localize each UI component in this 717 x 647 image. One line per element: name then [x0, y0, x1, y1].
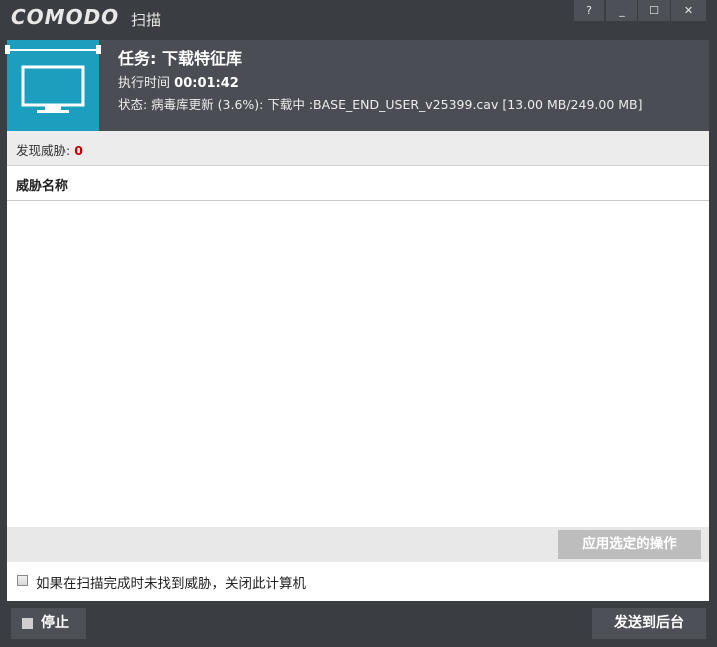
stop-button[interactable]: 停止 [11, 608, 86, 639]
app-logo: COMODO [11, 5, 120, 29]
shutdown-checkbox[interactable] [17, 575, 28, 586]
action-bar: 应用选定的操作 [7, 527, 709, 562]
threat-list[interactable] [7, 201, 709, 527]
help-button[interactable]: ? [573, 0, 604, 21]
window-title: 扫描 [131, 11, 162, 29]
execution-time: 执行时间 00:01:42 [118, 72, 239, 91]
scan-target-tile [5, 40, 101, 131]
scan-panel: 任务: 下载特征库 执行时间 00:01:42 状态: 病毒库更新 (3.6%)… [5, 40, 709, 601]
minimize-button[interactable]: _ [605, 0, 638, 21]
shutdown-option: 如果在扫描完成时未找到威胁，关闭此计算机 [7, 562, 709, 601]
shutdown-checkbox-label[interactable]: 如果在扫描完成时未找到威胁，关闭此计算机 [36, 572, 306, 592]
task-title: 任务: 下载特征库 [118, 49, 242, 68]
column-threat-name[interactable]: 威胁名称 [16, 175, 68, 194]
scan-header: 任务: 下载特征库 执行时间 00:01:42 状态: 病毒库更新 (3.6%)… [5, 40, 709, 131]
apply-selected-action-button[interactable]: 应用选定的操作 [558, 530, 701, 559]
execution-time-label: 执行时间 [118, 76, 171, 91]
threats-found-count: 0 [74, 143, 83, 158]
stop-button-label: 停止 [41, 615, 69, 631]
title-bar: COMODO 扫描 ? _ ☐ ✕ [0, 0, 717, 38]
threat-summary: 发现威胁: 0 [7, 131, 709, 166]
stop-icon [22, 618, 33, 629]
threats-found: 发现威胁: 0 [16, 140, 83, 159]
threats-found-label: 发现威胁: [16, 143, 75, 158]
threat-list-header: 威胁名称 [7, 166, 709, 201]
maximize-button[interactable]: ☐ [637, 0, 670, 21]
monitor-icon [21, 65, 85, 113]
close-button[interactable]: ✕ [670, 0, 706, 21]
scan-status: 状态: 病毒库更新 (3.6%): 下载中 :BASE_END_USER_v25… [118, 97, 643, 112]
execution-time-value: 00:01:42 [174, 76, 239, 91]
send-to-background-button[interactable]: 发送到后台 [592, 608, 706, 639]
